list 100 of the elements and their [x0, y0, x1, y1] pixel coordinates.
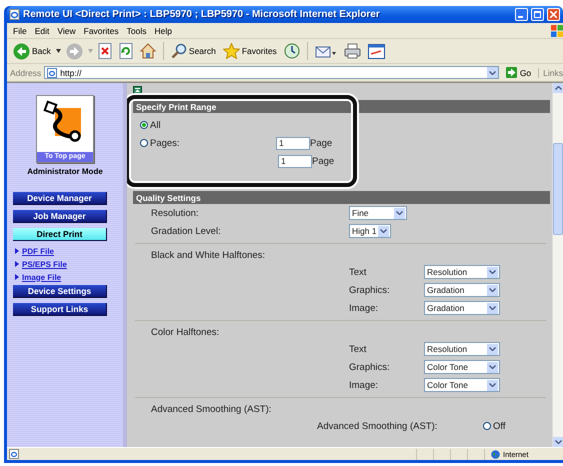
menu-item[interactable]: View: [53, 26, 80, 36]
scrollbar-thumb[interactable]: [553, 143, 563, 235]
radio-button[interactable]: [140, 121, 148, 129]
nav-button[interactable]: Support Links: [13, 303, 107, 316]
chevron-down-icon: [380, 229, 387, 233]
favorites-button[interactable]: Favorites: [220, 42, 279, 60]
group-label: Color Halftones:: [151, 326, 220, 338]
home-icon: [140, 43, 156, 59]
mode-label: Administrator Mode: [27, 167, 103, 176]
maximize-icon: [534, 11, 541, 18]
go-arrow-icon: [506, 67, 517, 78]
edit-icon: [368, 44, 385, 58]
nav-button[interactable]: Direct Print: [13, 228, 107, 241]
setting-label: Graphics:: [349, 284, 391, 296]
refresh-button[interactable]: [116, 42, 135, 60]
dropdown-arrow-icon: [56, 49, 61, 53]
windows-logo-icon: [551, 24, 563, 36]
group-label: Advanced Smoothing (AST):: [151, 404, 272, 414]
scroll-down-button[interactable]: [553, 437, 563, 447]
chevron-down-icon: [489, 288, 496, 292]
home-button[interactable]: [138, 42, 158, 60]
chevron-up-icon: [554, 86, 562, 90]
chevron-down-icon: [396, 211, 403, 215]
address-field[interactable]: http://: [44, 66, 499, 79]
stop-icon: [98, 43, 112, 59]
chevron-down-icon: [554, 440, 562, 444]
nav-link[interactable]: Image File: [22, 272, 62, 282]
dropdown[interactable]: Fine: [349, 206, 407, 220]
nav-link[interactable]: PDF File: [22, 246, 54, 256]
setting-label: Text: [349, 266, 368, 278]
triangle-icon: [15, 261, 19, 267]
group-label: Black and White Halftones:: [151, 250, 266, 260]
nav-button[interactable]: Device Settings: [13, 285, 107, 298]
setting-label: Advanced Smoothing (AST):: [317, 420, 438, 432]
jump-top-icon[interactable]: [133, 86, 142, 94]
menu-item[interactable]: File: [9, 26, 31, 36]
menu-item[interactable]: Tools: [122, 26, 150, 36]
unit-label: Page: [310, 138, 332, 148]
chevron-down-icon: [489, 365, 496, 369]
ie-page-icon: [9, 9, 20, 20]
setting-label: Resolution:: [151, 208, 200, 218]
setting-label: Image:: [349, 302, 380, 314]
menu-item[interactable]: Help: [150, 26, 176, 36]
radio-label: Off: [493, 420, 506, 432]
links-label[interactable]: Links: [538, 68, 563, 78]
close-icon: [550, 11, 557, 18]
menu-item[interactable]: Favorites: [80, 26, 123, 36]
back-icon: [13, 42, 30, 60]
chevron-down-icon: [488, 70, 496, 74]
nav-button[interactable]: Device Manager: [13, 192, 107, 205]
chevron-down-icon: [489, 383, 496, 387]
stop-button[interactable]: [96, 42, 114, 60]
print-button[interactable]: [342, 42, 363, 60]
scroll-up-button[interactable]: [553, 83, 563, 93]
dropdown[interactable]: High 1: [349, 224, 391, 238]
setting-label: Image:: [349, 380, 380, 390]
go-button[interactable]: Go: [502, 67, 536, 78]
globe-icon: [491, 450, 500, 458]
section-header: Quality Settings: [133, 191, 550, 204]
nav-link[interactable]: PS/EPS File: [22, 260, 67, 268]
page-input[interactable]: 1: [278, 154, 312, 168]
page-input[interactable]: 1: [276, 136, 310, 150]
close-button[interactable]: [547, 8, 560, 21]
triangle-icon: [15, 274, 19, 280]
triangle-icon: [15, 248, 19, 254]
dropdown[interactable]: Color Tone: [424, 360, 500, 374]
setting-label: Graphics:: [349, 362, 391, 372]
address-label: Address: [10, 68, 42, 78]
dropdown[interactable]: Color Tone: [424, 378, 500, 392]
setting-label: Gradation Level:: [151, 226, 222, 236]
dropdown[interactable]: Resolution: [424, 342, 500, 356]
menu-item[interactable]: Edit: [30, 26, 54, 36]
section-header: Specify Print Range: [133, 100, 550, 113]
minimize-button[interactable]: [515, 8, 528, 21]
window-title: Remote UI <Direct Print> : LBP5970 ; LBP5970 - Microsoft Internet Explorer: [23, 9, 381, 20]
search-icon: [170, 43, 187, 59]
star-icon: [222, 43, 240, 59]
radio-button[interactable]: [140, 139, 148, 147]
back-button[interactable]: Back: [11, 42, 53, 60]
dropdown-arrow-icon: [88, 49, 93, 53]
maximize-button[interactable]: [531, 8, 544, 21]
chevron-down-icon: [489, 347, 496, 351]
forward-icon: [66, 42, 83, 60]
refresh-icon: [118, 43, 133, 59]
page-icon: [47, 68, 58, 78]
history-button[interactable]: [282, 42, 302, 60]
chevron-down-icon: [489, 270, 496, 274]
setting-label: Text: [349, 344, 368, 354]
chevron-down-icon: [489, 306, 496, 310]
edit-button[interactable]: [366, 42, 387, 60]
dropdown[interactable]: Gradation: [424, 301, 500, 315]
radio-button[interactable]: [483, 422, 491, 430]
search-button[interactable]: Search: [168, 42, 218, 60]
printer-icon: [344, 43, 361, 59]
unit-label: Page: [312, 156, 334, 166]
dropdown[interactable]: Resolution: [424, 265, 500, 279]
dropdown[interactable]: Gradation: [424, 283, 500, 297]
history-icon: [284, 43, 300, 59]
nav-button[interactable]: Job Manager: [13, 210, 107, 223]
radio-label: All: [150, 120, 161, 130]
